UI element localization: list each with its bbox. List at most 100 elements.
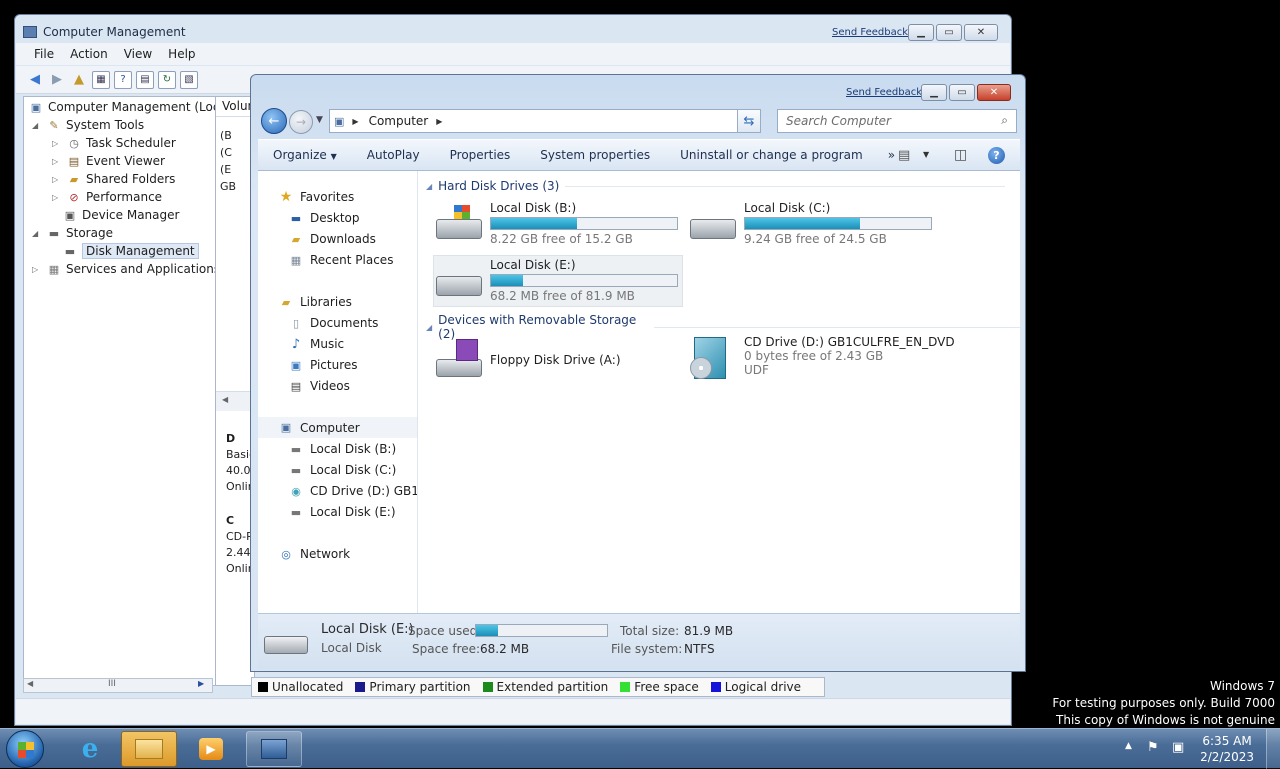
network-status-icon[interactable]: ▣ [1172, 740, 1184, 755]
collapsed-triangle-icon[interactable]: ▷ [52, 157, 62, 166]
show-hide-tree-icon[interactable]: ▦ [92, 70, 110, 89]
refresh-button[interactable]: ⇆ [737, 109, 761, 133]
menu-action[interactable]: Action [62, 47, 116, 61]
chevron-down-icon[interactable]: ▼ [923, 150, 929, 159]
tree-storage[interactable]: ◢ ▬ Storage [32, 225, 113, 241]
address-bar[interactable]: ▣ ▶ Computer ▶ ▼ [329, 109, 761, 133]
show-hide-action-pane-icon[interactable]: ▤ [136, 70, 154, 89]
collapse-triangle-icon[interactable]: ◢ [426, 182, 432, 191]
back-button[interactable]: ← [261, 108, 287, 134]
collapsed-triangle-icon[interactable]: ▷ [52, 193, 62, 202]
tree-disk-management[interactable]: ▬ Disk Management [62, 243, 199, 259]
back-arrow-icon[interactable]: ◀ [26, 71, 44, 89]
collapsed-triangle-icon[interactable]: ▷ [52, 139, 62, 148]
nav-pictures[interactable]: ▣ Pictures [288, 357, 358, 373]
action-center-icon[interactable]: ⚑ [1147, 740, 1159, 755]
internet-explorer-button[interactable]: e [62, 731, 118, 767]
menu-file[interactable]: File [26, 47, 62, 61]
nav-disk-c[interactable]: ▬ Local Disk (C:) [288, 462, 397, 478]
nav-videos[interactable]: ▤ Videos [288, 378, 350, 394]
forward-arrow-icon[interactable]: ▶ [48, 71, 66, 89]
breadcrumb-separator-icon[interactable]: ▶ [436, 117, 442, 126]
drive-d[interactable]: CD Drive (D:) GB1CULFRE_EN_DVD 0 bytes f… [688, 335, 988, 379]
system-properties-button[interactable]: System properties [525, 148, 665, 162]
expanded-triangle-icon[interactable]: ◢ [32, 229, 42, 238]
nav-favorites[interactable]: ★ Favorites [278, 189, 355, 205]
forward-button[interactable]: → [289, 110, 313, 134]
properties-button[interactable]: Properties [435, 148, 526, 162]
nav-network[interactable]: ◎ Network [278, 546, 350, 562]
tree-services-apps[interactable]: ▷ ▦ Services and Applications [32, 261, 220, 277]
tree-performance[interactable]: ▷ ⊘ Performance [52, 189, 162, 205]
volume-row[interactable]: (C [220, 144, 236, 161]
tree-device-manager[interactable]: ▣ Device Manager [62, 207, 180, 223]
help-icon[interactable]: ? [114, 70, 132, 89]
windows-explorer-button[interactable] [121, 731, 177, 767]
collapsed-triangle-icon[interactable]: ▷ [32, 265, 42, 274]
legend-logical: Logical drive [710, 680, 801, 694]
search-icon[interactable]: ⌕ [1001, 113, 1008, 128]
close-button[interactable]: ✕ [977, 84, 1011, 101]
nav-libraries[interactable]: ▰ Libraries [278, 294, 352, 310]
nav-desktop[interactable]: ▬ Desktop [288, 210, 360, 226]
breadcrumb-separator-icon[interactable]: ▶ [352, 117, 358, 126]
tree-event-viewer[interactable]: ▷ ▤ Event Viewer [52, 153, 165, 169]
scroll-left-icon[interactable]: ◀ [27, 679, 33, 688]
nav-cd-d[interactable]: ◉ CD Drive (D:) GB1CU [288, 483, 417, 499]
organize-button[interactable]: Organize ▼ [258, 148, 352, 162]
maximize-button[interactable]: ▭ [949, 84, 975, 101]
drive-e[interactable]: Local Disk (E:) 68.2 MB free of 81.9 MB [433, 255, 683, 307]
volume-column-header[interactable]: Volun [216, 97, 254, 117]
autoplay-button[interactable]: AutoPlay [352, 148, 435, 162]
expanded-triangle-icon[interactable]: ◢ [32, 121, 42, 130]
properties-icon[interactable]: ▧ [180, 70, 198, 89]
collapse-triangle-icon[interactable]: ◢ [426, 323, 432, 332]
nav-recent-places[interactable]: ▦ Recent Places [288, 252, 394, 268]
show-hidden-icons-icon[interactable]: ▲ [1125, 741, 1132, 751]
group-hard-disk-drives[interactable]: ◢ Hard Disk Drives (3) [426, 179, 1006, 193]
media-player-button[interactable]: ▶ [183, 731, 239, 767]
views-icon[interactable]: ▤ [898, 148, 910, 163]
scroll-left-icon[interactable]: ◀ [222, 395, 228, 404]
preview-pane-icon[interactable]: ◫ [954, 147, 967, 163]
cm-tree-hscrollbar[interactable]: ◀ III ▶ [23, 678, 213, 693]
tree-task-scheduler[interactable]: ▷ ◷ Task Scheduler [52, 135, 176, 151]
search-input[interactable]: Search Computer ⌕ [777, 109, 1017, 133]
menu-view[interactable]: View [116, 47, 160, 61]
start-button[interactable] [6, 730, 44, 768]
scroll-right-icon[interactable]: ▶ [198, 679, 204, 688]
nav-music[interactable]: ♪ Music [288, 336, 344, 352]
cm-send-feedback-link[interactable]: Send Feedback [832, 27, 908, 38]
help-icon[interactable]: ? [988, 147, 1005, 164]
volume-row[interactable]: GB [220, 178, 236, 195]
nav-documents[interactable]: ▯ Documents [288, 315, 378, 331]
drive-b[interactable]: Local Disk (B:) 8.22 GB free of 15.2 GB [434, 201, 684, 246]
menu-help[interactable]: Help [160, 47, 203, 61]
volume-row[interactable]: (B [220, 127, 236, 144]
close-button[interactable]: ✕ [964, 24, 998, 41]
tree-shared-folders[interactable]: ▷ ▰ Shared Folders [52, 171, 175, 187]
nav-downloads[interactable]: ▰ Downloads [288, 231, 376, 247]
minimize-button[interactable]: ▁ [908, 24, 934, 41]
nav-computer[interactable]: ▣ Computer [258, 417, 417, 438]
volume-row[interactable]: (E [220, 161, 236, 178]
taskbar-clock[interactable]: 6:35 AM 2/2/2023 [1200, 733, 1254, 765]
nav-disk-b[interactable]: ▬ Local Disk (B:) [288, 441, 396, 457]
maximize-button[interactable]: ▭ [936, 24, 962, 41]
breadcrumb-computer[interactable]: Computer [369, 114, 429, 128]
uninstall-program-button[interactable]: Uninstall or change a program [665, 148, 878, 162]
refresh-icon[interactable]: ↻ [158, 70, 176, 89]
show-desktop-button[interactable] [1266, 729, 1280, 769]
nav-disk-e[interactable]: ▬ Local Disk (E:) [288, 504, 396, 520]
up-folder-icon[interactable]: ▲ [70, 71, 88, 89]
scroll-grip-icon[interactable]: III [108, 679, 116, 689]
ex-send-feedback-link[interactable]: Send Feedback [846, 87, 922, 98]
tree-system-tools[interactable]: ◢ ✎ System Tools [32, 117, 144, 133]
minimize-button[interactable]: ▁ [921, 84, 947, 101]
drive-a[interactable]: Floppy Disk Drive (A:) [434, 337, 674, 381]
recent-pages-dropdown-icon[interactable]: ▼ [316, 115, 323, 125]
computer-management-taskbar-button[interactable] [246, 731, 302, 767]
tree-root[interactable]: ▣ Computer Management (Local [28, 99, 230, 115]
drive-c[interactable]: Local Disk (C:) 9.24 GB free of 24.5 GB [688, 201, 938, 246]
collapsed-triangle-icon[interactable]: ▷ [52, 175, 62, 184]
